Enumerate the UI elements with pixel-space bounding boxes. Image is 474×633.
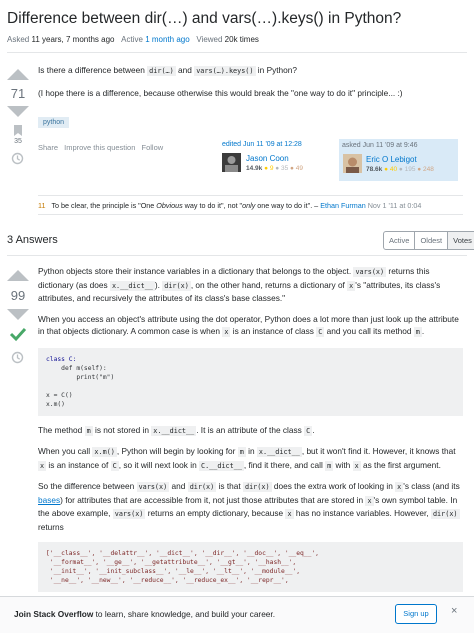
- history-icon[interactable]: [11, 351, 24, 364]
- divider: [38, 195, 463, 196]
- avatar[interactable]: [343, 154, 362, 173]
- upvote-button[interactable]: [7, 69, 29, 80]
- answer-vote-count: 99: [10, 288, 26, 303]
- answer-paragraph: So the difference between vars(x) and di…: [38, 481, 460, 532]
- upvote-button[interactable]: [7, 270, 29, 281]
- tab-oldest[interactable]: Oldest: [415, 232, 449, 249]
- improve-link[interactable]: Improve this question: [64, 143, 135, 152]
- bookmark-icon[interactable]: [12, 124, 24, 137]
- tag-python[interactable]: python: [38, 111, 70, 129]
- downvote-button[interactable]: [7, 106, 29, 117]
- answer-sort-tabs: Active Oldest Votes: [383, 231, 474, 250]
- asker-name[interactable]: Eric O Lebigot: [366, 155, 417, 164]
- divider: [38, 214, 463, 215]
- asker-reputation: 78.6k ● 40 ● 195 ● 248: [366, 166, 434, 173]
- avatar[interactable]: [222, 153, 241, 172]
- history-icon[interactable]: [11, 152, 24, 165]
- question-body: Is there a difference between dir(…) and…: [38, 64, 463, 99]
- question-vote-count: 71: [10, 86, 26, 101]
- editor-name[interactable]: Jason Coon: [246, 154, 289, 163]
- asker-card: asked Jun 11 '09 at 9:46 Eric O Lebigot …: [339, 139, 458, 181]
- comment-author[interactable]: Ethan Furman: [320, 201, 366, 210]
- comment: 11 To be clear, the principle is "One Obv…: [38, 201, 422, 210]
- downvote-button[interactable]: [7, 309, 29, 320]
- code-block: class C: def m(self): print("m") x = C()…: [38, 347, 463, 416]
- question-paragraph: (I hope there is a difference, because o…: [38, 87, 403, 98]
- answer-paragraph: When you access an object's attribute us…: [38, 313, 459, 337]
- accepted-check-icon: [9, 326, 27, 342]
- question-meta: Asked 11 years, 7 months ago Active 1 mo…: [7, 35, 259, 44]
- question-title[interactable]: Difference between dir(…) and vars(…).ke…: [7, 10, 401, 28]
- answer-paragraph: Python objects store their instance vari…: [38, 266, 441, 303]
- share-link[interactable]: Share: [38, 143, 58, 152]
- banner-text: Join Stack Overflow to learn, share know…: [14, 609, 276, 619]
- follow-link[interactable]: Follow: [142, 143, 164, 152]
- answer-paragraph: When you call x.m(), Python will begin b…: [38, 446, 456, 471]
- post-menu: Share Improve this question Follow: [38, 143, 167, 152]
- code-block-output: ['__class__', '__delattr__', '__dict__',…: [38, 542, 463, 592]
- editor-reputation: 14.9k ● 9 ● 35 ● 49: [246, 165, 304, 172]
- signup-button[interactable]: Sign up: [395, 604, 437, 624]
- bookmark-count: 35: [14, 138, 22, 145]
- editor-card: edited Jun 11 '09 at 12:28 Jason Coon 14…: [222, 141, 304, 172]
- comment-score: 11: [38, 201, 46, 210]
- answer-paragraph: The method m is not stored in x.__dict__…: [38, 424, 315, 436]
- divider: [7, 255, 467, 256]
- tab-votes[interactable]: Votes: [448, 232, 474, 249]
- answers-count: 3 Answers: [7, 234, 58, 246]
- close-icon[interactable]: ×: [451, 605, 457, 617]
- bases-link[interactable]: bases: [38, 495, 60, 505]
- comment-date: Nov 1 '11 at 0:04: [367, 201, 422, 210]
- tab-active[interactable]: Active: [384, 232, 416, 249]
- answer-body: Python objects store their instance vari…: [38, 265, 463, 592]
- divider: [7, 52, 467, 53]
- question-paragraph: Is there a difference between dir(…) and…: [38, 65, 298, 76]
